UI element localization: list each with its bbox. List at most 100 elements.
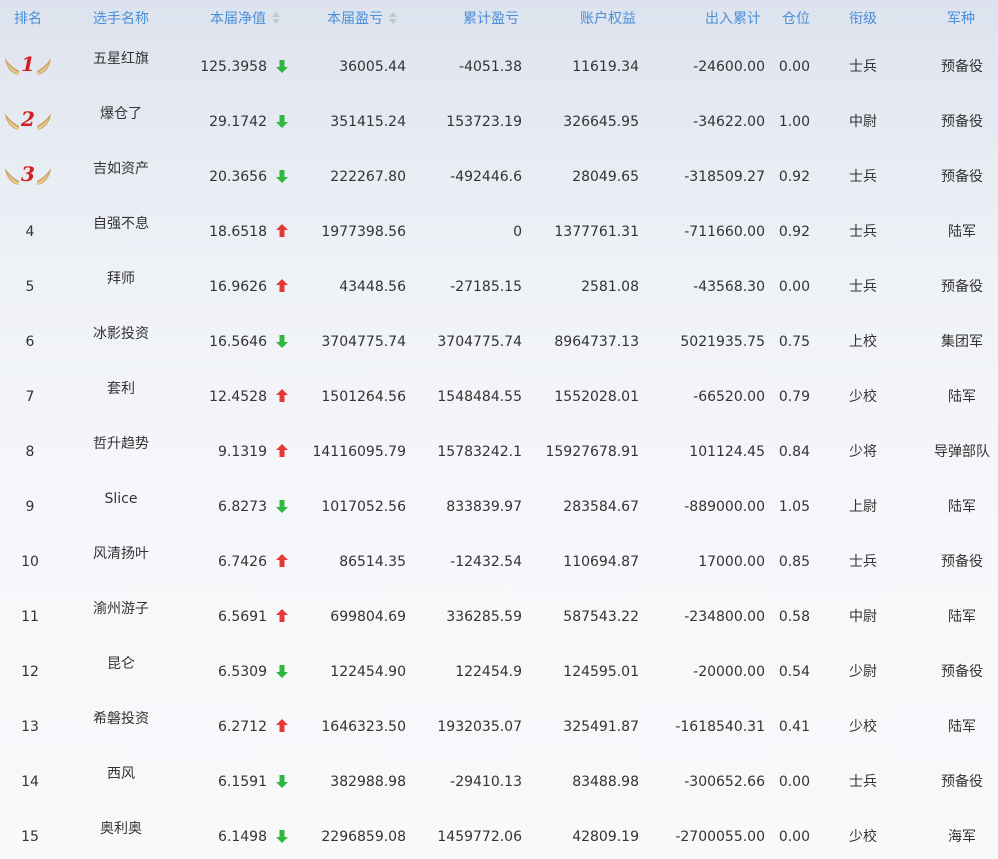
cumulative-pnl-value: 336285.59 bbox=[446, 609, 522, 625]
player-name[interactable]: 拜师 bbox=[61, 270, 181, 288]
header-position[interactable]: 仓位 bbox=[782, 10, 810, 28]
flow-value: -24600.00 bbox=[693, 59, 765, 75]
player-name[interactable]: 五星红旗 bbox=[61, 50, 181, 68]
player-name[interactable]: 奥利奥 bbox=[61, 820, 181, 838]
header-cumulative-pnl[interactable]: 累计盈亏 bbox=[463, 10, 519, 28]
pnl-value: 699804.69 bbox=[330, 609, 406, 625]
player-name[interactable]: 爆仓了 bbox=[61, 105, 181, 123]
sort-icon[interactable] bbox=[389, 12, 397, 24]
arrow-down-icon bbox=[276, 775, 288, 788]
laurel-medal-icon: 3 bbox=[4, 162, 52, 190]
pnl-value: 3704775.74 bbox=[321, 334, 406, 350]
table-row[interactable]: 14 西风 6.1591 382988.98 -29410.13 83488.9… bbox=[0, 755, 998, 810]
player-name[interactable]: 哲升趋势 bbox=[61, 435, 181, 453]
pnl-value: 122454.90 bbox=[330, 664, 406, 680]
table-row[interactable]: 8 哲升趋势 9.1319 14116095.79 15783242.1 159… bbox=[0, 425, 998, 480]
arrow-down-icon bbox=[276, 60, 288, 73]
player-name[interactable]: 渝州游子 bbox=[61, 600, 181, 618]
header-flow[interactable]: 出入累计 bbox=[705, 10, 761, 28]
equity-value: 2581.08 bbox=[581, 279, 639, 295]
cumulative-pnl-value: 833839.97 bbox=[446, 499, 522, 515]
rank-title: 少校 bbox=[849, 389, 877, 405]
player-name[interactable]: 吉如资产 bbox=[61, 160, 181, 178]
table-row[interactable]: 3 吉如资产 20.3656 222267.80 -492446.6 28049… bbox=[0, 150, 998, 205]
header-rank[interactable]: 排名 bbox=[14, 10, 42, 28]
player-name[interactable]: 西风 bbox=[61, 765, 181, 783]
header-nav[interactable]: 本届净值 bbox=[210, 10, 280, 28]
rank-number: 4 bbox=[25, 224, 35, 240]
arrow-up-icon bbox=[276, 609, 288, 622]
rank-title: 士兵 bbox=[849, 774, 877, 790]
table-body: 1 五星红旗 125.3958 36005.44 -4051.38 11619.… bbox=[0, 40, 998, 859]
header-equity[interactable]: 账户权益 bbox=[580, 10, 636, 28]
branch: 预备役 bbox=[941, 59, 983, 75]
table-row[interactable]: 13 希磐投资 6.2712 1646323.50 1932035.07 325… bbox=[0, 700, 998, 755]
player-name[interactable]: 套利 bbox=[61, 380, 181, 398]
table-row[interactable]: 9 Slice 6.8273 1017052.56 833839.97 2835… bbox=[0, 480, 998, 535]
table-row[interactable]: 12 昆仑 6.5309 122454.90 122454.9 124595.0… bbox=[0, 645, 998, 700]
header-pnl-label: 本届盈亏 bbox=[327, 11, 383, 27]
nav-value: 16.5646 bbox=[209, 334, 267, 350]
position-value: 0.79 bbox=[778, 389, 810, 405]
table-row[interactable]: 6 冰影投资 16.5646 3704775.74 3704775.74 896… bbox=[0, 315, 998, 370]
leaderboard-table: 排名 选手名称 本届净值 本届盈亏 累计盈亏 账户权益 出入累计 仓位 衔级 军… bbox=[0, 0, 998, 859]
nav-value: 6.1591 bbox=[218, 774, 267, 790]
table-row[interactable]: 1 五星红旗 125.3958 36005.44 -4051.38 11619.… bbox=[0, 40, 998, 95]
rank-number: 13 bbox=[21, 719, 39, 735]
cumulative-pnl-value: -27185.15 bbox=[450, 279, 522, 295]
equity-value: 1377761.31 bbox=[554, 224, 639, 240]
flow-value: -889000.00 bbox=[684, 499, 765, 515]
table-row[interactable]: 10 风清扬叶 6.7426 86514.35 -12432.54 110694… bbox=[0, 535, 998, 590]
rank-title: 中尉 bbox=[849, 609, 877, 625]
equity-value: 325491.87 bbox=[563, 719, 639, 735]
table-row[interactable]: 7 套利 12.4528 1501264.56 1548484.55 15520… bbox=[0, 370, 998, 425]
flow-value: -300652.66 bbox=[684, 774, 765, 790]
nav-value: 6.8273 bbox=[218, 499, 267, 515]
flow-value: -2700055.00 bbox=[675, 829, 765, 845]
table-row[interactable]: 4 自强不息 18.6518 1977398.56 0 1377761.31 -… bbox=[0, 205, 998, 260]
nav-value: 6.1498 bbox=[218, 829, 267, 845]
position-value: 1.05 bbox=[778, 499, 810, 515]
rank-number: 5 bbox=[25, 279, 35, 295]
pnl-value: 1646323.50 bbox=[321, 719, 406, 735]
table-row[interactable]: 2 爆仓了 29.1742 351415.24 153723.19 326645… bbox=[0, 95, 998, 150]
player-name[interactable]: 自强不息 bbox=[61, 215, 181, 233]
header-pnl[interactable]: 本届盈亏 bbox=[327, 10, 397, 28]
player-name[interactable]: 冰影投资 bbox=[61, 325, 181, 343]
branch: 集团军 bbox=[941, 334, 983, 350]
rank-title: 士兵 bbox=[849, 169, 877, 185]
arrow-down-icon bbox=[276, 665, 288, 678]
pnl-value: 351415.24 bbox=[330, 114, 406, 130]
branch: 陆军 bbox=[948, 389, 976, 405]
player-name[interactable]: 昆仑 bbox=[61, 655, 181, 673]
sort-icon[interactable] bbox=[272, 12, 280, 24]
player-name[interactable]: 风清扬叶 bbox=[61, 545, 181, 563]
flow-value: 17000.00 bbox=[698, 554, 765, 570]
arrow-up-icon bbox=[276, 444, 288, 457]
table-row[interactable]: 5 拜师 16.9626 43448.56 -27185.15 2581.08 … bbox=[0, 260, 998, 315]
table-row[interactable]: 11 渝州游子 6.5691 699804.69 336285.59 58754… bbox=[0, 590, 998, 645]
rank-number: 10 bbox=[21, 554, 39, 570]
player-name[interactable]: 希磐投资 bbox=[61, 710, 181, 728]
equity-value: 42809.19 bbox=[572, 829, 639, 845]
cumulative-pnl-value: 15783242.1 bbox=[437, 444, 522, 460]
pnl-value: 43448.56 bbox=[339, 279, 406, 295]
player-name[interactable]: Slice bbox=[61, 490, 181, 508]
header-player-name[interactable]: 选手名称 bbox=[93, 10, 149, 28]
header-branch[interactable]: 军种 bbox=[947, 10, 975, 28]
nav-value: 6.5309 bbox=[218, 664, 267, 680]
rank-title: 上尉 bbox=[849, 499, 877, 515]
flow-value: 5021935.75 bbox=[680, 334, 765, 350]
rank-title: 少将 bbox=[849, 444, 877, 460]
header-rank-title[interactable]: 衔级 bbox=[849, 10, 877, 28]
cumulative-pnl-value: -12432.54 bbox=[450, 554, 522, 570]
rank-title: 中尉 bbox=[849, 114, 877, 130]
nav-value: 18.6518 bbox=[209, 224, 267, 240]
arrow-down-icon bbox=[276, 115, 288, 128]
rank-title: 士兵 bbox=[849, 279, 877, 295]
table-row[interactable]: 15 奥利奥 6.1498 2296859.08 1459772.06 4280… bbox=[0, 810, 998, 859]
rank-title: 少尉 bbox=[849, 664, 877, 680]
equity-value: 83488.98 bbox=[572, 774, 639, 790]
pnl-value: 382988.98 bbox=[330, 774, 406, 790]
flow-value: -234800.00 bbox=[684, 609, 765, 625]
